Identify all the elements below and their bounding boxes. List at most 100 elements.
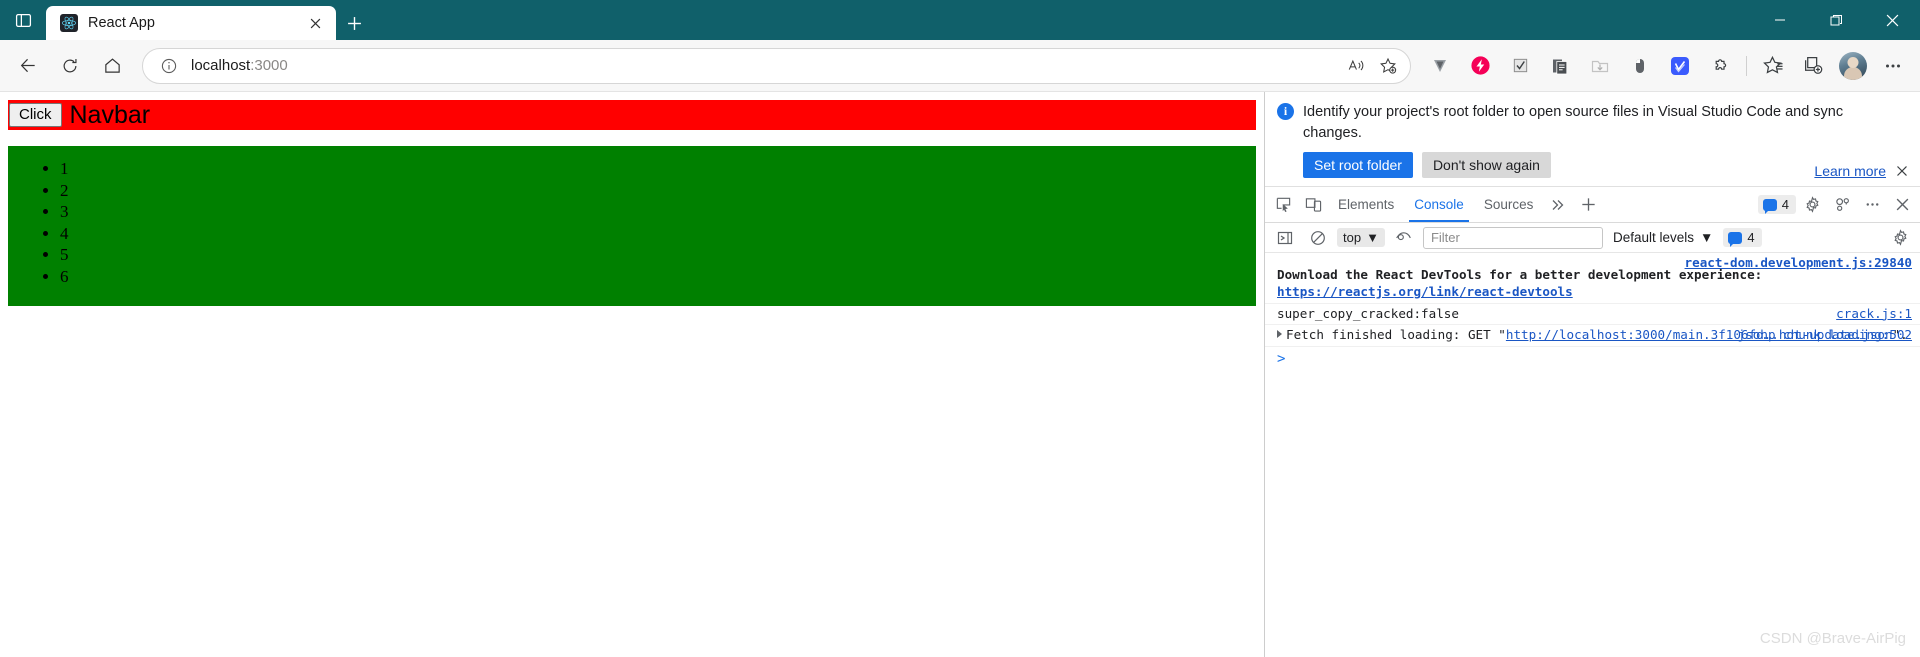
- vimium-icon[interactable]: [1421, 48, 1459, 84]
- console-message-source[interactable]: jsonp chunk loading:502: [1738, 327, 1912, 344]
- list-item: 6: [60, 266, 1256, 288]
- message-bubble-icon: [1728, 231, 1743, 247]
- devtools-tabbar: Elements Console Sources 4: [1265, 187, 1920, 224]
- console-message-link[interactable]: https://reactjs.org/link/react-devtools: [1277, 284, 1573, 299]
- console-output[interactable]: react-dom.development.js:29840 Download …: [1265, 253, 1920, 657]
- info-icon: i: [1277, 103, 1294, 120]
- inspect-element-icon[interactable]: [1269, 191, 1297, 219]
- react-app-root: Click Navbar 1 2 3 4 5 6: [0, 92, 1264, 314]
- tab-sources[interactable]: Sources: [1475, 187, 1543, 222]
- console-message-plain[interactable]: crack.js:1 super_copy_cracked:false: [1265, 304, 1920, 326]
- title-bar: React App: [0, 0, 1920, 40]
- devtools-panel: i Identify your project's root folder to…: [1264, 92, 1920, 657]
- console-issues-count: 4: [1747, 230, 1755, 246]
- maximize-icon[interactable]: [1808, 0, 1864, 40]
- navbar-heading: Navbar: [69, 100, 151, 129]
- tab-actions-icon[interactable]: [0, 0, 46, 40]
- home-icon[interactable]: [92, 48, 132, 84]
- issues-badge[interactable]: 4: [1757, 195, 1796, 215]
- lightning-red-icon[interactable]: [1461, 48, 1499, 84]
- tab-elements[interactable]: Elements: [1329, 187, 1403, 222]
- collections-icon[interactable]: [1794, 48, 1832, 84]
- tab-console[interactable]: Console: [1405, 187, 1473, 223]
- copy-document-icon[interactable]: [1541, 48, 1579, 84]
- list-item: 5: [60, 244, 1256, 266]
- app-navbar: Click Navbar: [8, 100, 1256, 130]
- live-expression-icon[interactable]: [1390, 224, 1418, 252]
- dont-show-again-button[interactable]: Don't show again: [1421, 152, 1551, 179]
- url-text[interactable]: localhost:3000: [191, 57, 1340, 74]
- more-ellipsis-icon[interactable]: [1874, 48, 1912, 84]
- learn-more-link[interactable]: Learn more: [1814, 163, 1886, 179]
- console-sidebar-icon[interactable]: [1271, 224, 1299, 252]
- infobar-message: Identify your project's root folder to o…: [1303, 104, 1844, 141]
- tab-close-icon[interactable]: [304, 12, 326, 34]
- toolbar-divider: [1746, 55, 1747, 76]
- favorites-star-icon[interactable]: [1754, 48, 1792, 84]
- list-item: 1: [60, 158, 1256, 180]
- navigation-toolbar: localhost:3000: [0, 40, 1920, 92]
- console-filter-input[interactable]: [1422, 226, 1603, 249]
- chevron-down-icon: ▼: [1366, 230, 1379, 246]
- chevron-down-icon: ▼: [1700, 230, 1714, 246]
- add-favorite-icon[interactable]: [1372, 51, 1404, 81]
- read-aloud-icon[interactable]: [1340, 51, 1372, 81]
- list-item: 4: [60, 223, 1256, 245]
- console-settings-gear-icon[interactable]: [1886, 224, 1914, 252]
- tab-title: React App: [88, 15, 155, 31]
- mouse-gesture-icon[interactable]: [1621, 48, 1659, 84]
- list-item: 3: [60, 201, 1256, 223]
- window-close-icon[interactable]: [1864, 0, 1920, 40]
- profile-avatar-image: [1839, 51, 1867, 80]
- click-button[interactable]: Click: [9, 103, 62, 127]
- number-list: 1 2 3 4 5 6: [8, 146, 1256, 306]
- clear-console-icon[interactable]: [1304, 224, 1332, 252]
- issues-count: 4: [1781, 197, 1789, 213]
- devtools-close-icon[interactable]: [1888, 191, 1916, 219]
- set-root-folder-button[interactable]: Set root folder: [1303, 152, 1413, 179]
- reload-icon[interactable]: [50, 48, 90, 84]
- browser-tab[interactable]: React App: [46, 6, 336, 40]
- devtools-infobar: i Identify your project's root folder to…: [1265, 92, 1920, 188]
- infobar-learn-row: Learn more: [1814, 163, 1910, 179]
- address-bar[interactable]: localhost:3000: [142, 47, 1411, 84]
- watermark: CSDN @Brave-AirPig: [1759, 630, 1906, 647]
- console-message-source[interactable]: crack.js:1: [1836, 306, 1912, 323]
- devtools-more-icon[interactable]: [1858, 191, 1886, 219]
- console-message-prefix: Fetch finished loading: GET ": [1286, 327, 1506, 343]
- more-tabs-icon[interactable]: [1544, 191, 1572, 219]
- checkmark-box-icon[interactable]: [1501, 48, 1539, 84]
- console-message-text: super_copy_cracked:false: [1277, 305, 1459, 321]
- device-toolbar-icon[interactable]: [1299, 191, 1327, 219]
- console-toolbar: top ▼ Default levels ▼ 4: [1265, 223, 1920, 254]
- infobar-close-icon[interactable]: [1894, 163, 1910, 179]
- log-levels-value: Default levels: [1612, 230, 1694, 246]
- add-tab-icon[interactable]: [1574, 191, 1602, 219]
- avatar[interactable]: [1834, 48, 1872, 84]
- window-controls: [1752, 0, 1920, 40]
- expand-triangle-icon[interactable]: [1277, 330, 1282, 339]
- back-arrow-icon[interactable]: [8, 48, 48, 84]
- site-info-icon[interactable]: [157, 54, 181, 78]
- execution-context-value: top: [1343, 230, 1362, 246]
- minimize-icon[interactable]: [1752, 0, 1808, 40]
- console-message-react-devtools[interactable]: react-dom.development.js:29840 Download …: [1265, 253, 1920, 304]
- console-issues-badge[interactable]: 4: [1723, 228, 1762, 248]
- log-levels-select[interactable]: Default levels ▼: [1608, 228, 1718, 247]
- url-host: localhost: [191, 57, 251, 74]
- blue-app-icon[interactable]: [1661, 48, 1699, 84]
- url-port: :3000: [250, 57, 288, 74]
- console-message-fetch[interactable]: jsonp chunk loading:502 Fetch finished l…: [1265, 325, 1920, 348]
- infobar-message-row: i Identify your project's root folder to…: [1277, 102, 1908, 143]
- gear-icon[interactable]: [1798, 191, 1826, 219]
- devtools-customize-icon[interactable]: [1828, 191, 1856, 219]
- react-logo-icon: [60, 14, 78, 32]
- viewport-and-devtools: Click Navbar 1 2 3 4 5 6 i Identify your…: [0, 92, 1920, 657]
- console-message-source[interactable]: react-dom.development.js:29840: [1685, 255, 1912, 272]
- web-page-viewport: Click Navbar 1 2 3 4 5 6: [0, 92, 1264, 657]
- extensions-puzzle-icon[interactable]: [1701, 48, 1739, 84]
- download-folder-icon[interactable]: [1581, 48, 1619, 84]
- execution-context-select[interactable]: top ▼: [1337, 228, 1385, 248]
- console-prompt[interactable]: >: [1265, 347, 1920, 371]
- new-tab-button[interactable]: [336, 6, 372, 40]
